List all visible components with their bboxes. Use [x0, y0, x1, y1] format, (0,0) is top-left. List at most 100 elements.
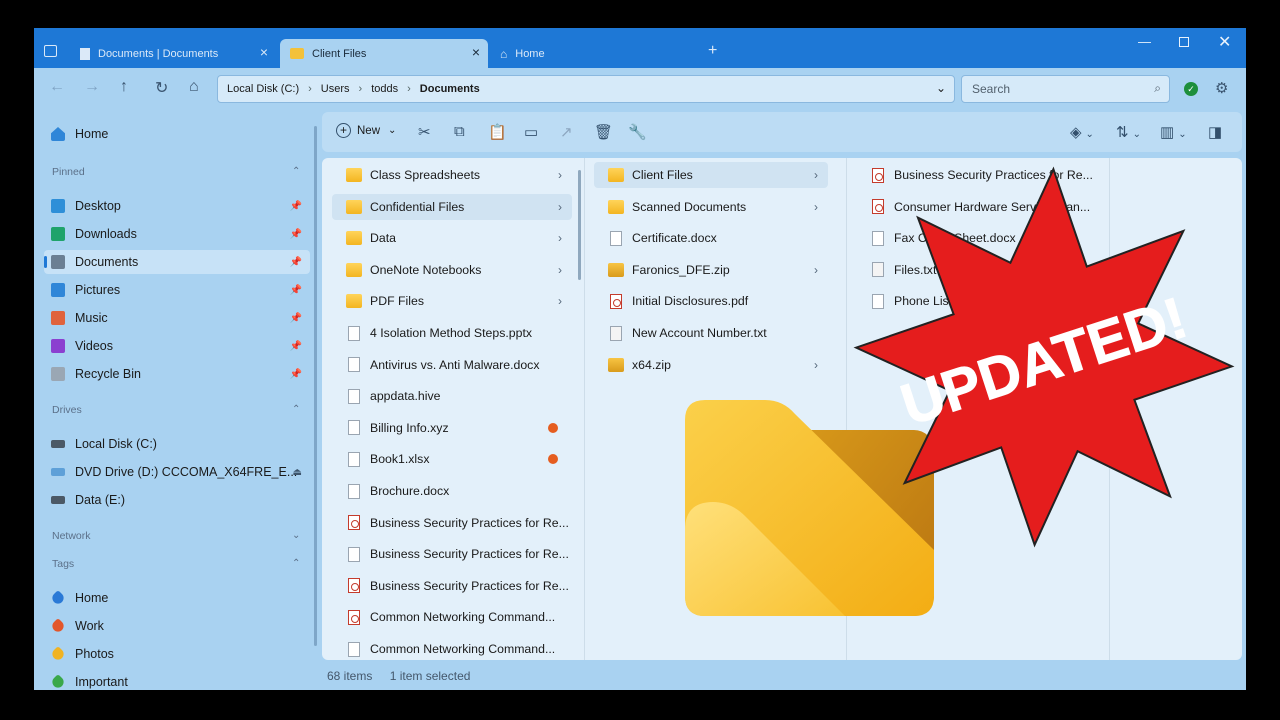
- chevron-right-icon: ›: [814, 199, 818, 214]
- preview-options-icon[interactable]: ◈ ⌄: [1070, 123, 1094, 141]
- file-row[interactable]: Client Files ›: [594, 162, 828, 188]
- tag-icon: [50, 618, 66, 634]
- file-row[interactable]: Certificate.docx: [594, 225, 828, 251]
- tab-client-files[interactable]: Client Files ×: [280, 39, 488, 68]
- sidebar-item-drive[interactable]: Data (E:): [44, 488, 310, 512]
- file-row[interactable]: Antivirus vs. Anti Malware.docx: [332, 352, 572, 378]
- file-row[interactable]: OneNote Notebooks ›: [332, 257, 572, 283]
- sort-icon[interactable]: ⇅ ⌄: [1116, 123, 1141, 141]
- pin-icon[interactable]: 📌: [290, 369, 302, 380]
- file-row[interactable]: Data ›: [332, 225, 572, 251]
- sidebar-item-tag[interactable]: Photos: [44, 642, 310, 666]
- tab-home[interactable]: ⌂ Home: [490, 39, 690, 68]
- file-row[interactable]: Common Networking Command...: [332, 604, 572, 630]
- sidebar-item-tag[interactable]: Work: [44, 614, 310, 638]
- sidebar-item-drive[interactable]: Local Disk (C:): [44, 432, 310, 456]
- pin-icon[interactable]: 📌: [290, 257, 302, 268]
- section-header-pinned[interactable]: Pinned ⌃: [52, 166, 300, 178]
- sidebar-item-tag[interactable]: Important: [44, 670, 310, 690]
- sidebar-item-recycle-bin[interactable]: Recycle Bin 📌: [44, 362, 310, 386]
- new-button[interactable]: + New ⌄: [336, 123, 396, 138]
- address-bar[interactable]: Local Disk (C:) › Users › todds › Documents…: [217, 75, 955, 103]
- sidebar-item-downloads[interactable]: Downloads 📌: [44, 222, 310, 246]
- file-row[interactable]: Billing Info.xyz: [332, 415, 572, 441]
- color-tag-icon: [548, 454, 558, 465]
- sidebar-toggle-icon[interactable]: [44, 45, 57, 57]
- file-name: Initial Disclosures.pdf: [632, 294, 749, 309]
- sidebar-item-pictures[interactable]: Pictures 📌: [44, 278, 310, 302]
- file-row[interactable]: Confidential Files ›: [332, 193, 572, 220]
- file-row[interactable]: Brochure.docx: [332, 478, 572, 504]
- tab-documents[interactable]: Documents | Documents ×: [70, 39, 276, 68]
- close-icon[interactable]: ✕: [1218, 32, 1231, 52]
- close-tab-icon[interactable]: ×: [472, 45, 480, 59]
- breadcrumb-item[interactable]: Users: [321, 83, 350, 95]
- back-icon[interactable]: ←: [49, 78, 65, 96]
- file-row[interactable]: appdata.hive: [332, 383, 572, 409]
- refresh-icon[interactable]: ↻: [155, 78, 168, 98]
- breadcrumb-item[interactable]: Local Disk (C:): [227, 83, 299, 95]
- paste-icon[interactable]: 📋: [488, 123, 507, 141]
- file-row[interactable]: Faronics_DFE.zip ›: [594, 257, 828, 283]
- close-tab-icon[interactable]: ×: [260, 45, 268, 59]
- file-name: Class Spreadsheets: [370, 168, 481, 182]
- sidebar-item-documents[interactable]: Documents 📌: [44, 250, 310, 274]
- copy-icon[interactable]: ⧉: [454, 123, 465, 140]
- file-row[interactable]: 4 Isolation Method Steps.pptx: [332, 320, 572, 346]
- chevron-down-icon[interactable]: ⌄: [936, 81, 946, 95]
- column-scrollbar[interactable]: [578, 170, 581, 280]
- forward-icon[interactable]: →: [84, 78, 100, 96]
- file-row[interactable]: x64.zip ›: [594, 352, 828, 378]
- up-icon[interactable]: ↑: [120, 78, 128, 96]
- delete-icon[interactable]: 🗑: [594, 123, 613, 141]
- pin-icon[interactable]: 📌: [290, 229, 302, 240]
- chevron-right-icon: ›: [814, 262, 818, 277]
- column-divider[interactable]: [584, 158, 585, 660]
- search-input[interactable]: Search ⌕: [961, 75, 1170, 103]
- maximize-icon[interactable]: [1179, 37, 1189, 47]
- file-row[interactable]: Common Networking Command...: [332, 636, 572, 660]
- layout-view-icon[interactable]: ▥ ⌄: [1160, 123, 1187, 141]
- minimize-icon[interactable]: —: [1138, 34, 1151, 49]
- file-row[interactable]: PDF Files ›: [332, 288, 572, 314]
- sidebar-item-tag[interactable]: Home: [44, 586, 310, 610]
- pin-icon[interactable]: 📌: [290, 341, 302, 352]
- home-icon[interactable]: ⌂: [189, 78, 199, 96]
- pin-icon[interactable]: 📌: [290, 201, 302, 212]
- section-header-tags[interactable]: Tags ⌃: [52, 558, 300, 570]
- sidebar-item-home[interactable]: Home: [44, 122, 310, 146]
- sidebar-item-music[interactable]: Music 📌: [44, 306, 310, 330]
- file-row[interactable]: Book1.xlsx: [332, 446, 572, 472]
- chevron-up-icon[interactable]: ⌃: [292, 166, 300, 177]
- file-name: 4 Isolation Method Steps.pptx: [370, 326, 533, 340]
- sidebar-item-drive[interactable]: DVD Drive (D:) CCCOMA_X64FRE_E... ⏏: [44, 460, 310, 484]
- file-row[interactable]: Business Security Practices for Re...: [332, 573, 572, 599]
- sidebar-scrollbar[interactable]: [314, 126, 317, 646]
- breadcrumb-item[interactable]: todds: [371, 83, 398, 95]
- breadcrumb-item-current[interactable]: Documents: [420, 83, 480, 95]
- chevron-up-icon[interactable]: ⌃: [292, 558, 300, 569]
- file-row[interactable]: Initial Disclosures.pdf: [594, 288, 828, 314]
- share-icon[interactable]: ↗: [560, 123, 573, 141]
- sidebar-item-videos[interactable]: Videos 📌: [44, 334, 310, 358]
- file-row[interactable]: Class Spreadsheets ›: [332, 162, 572, 188]
- section-header-drives[interactable]: Drives ⌃: [52, 404, 300, 416]
- new-tab-icon[interactable]: +: [708, 42, 717, 60]
- file-row[interactable]: New Account Number.txt: [594, 320, 828, 346]
- gear-icon[interactable]: ⚙: [1215, 79, 1228, 97]
- pin-icon[interactable]: 📌: [290, 313, 302, 324]
- file-row[interactable]: Business Security Practices for Re...: [332, 541, 572, 567]
- file-row[interactable]: Scanned Documents ›: [594, 194, 828, 220]
- status-check-icon[interactable]: ✓: [1184, 82, 1198, 96]
- details-pane-icon[interactable]: ◨: [1208, 123, 1222, 141]
- file-row[interactable]: Business Security Practices for Re...: [332, 510, 572, 536]
- properties-wrench-icon[interactable]: 🔧: [628, 123, 647, 141]
- sidebar-item-desktop[interactable]: Desktop 📌: [44, 194, 310, 218]
- chevron-up-icon[interactable]: ⌃: [292, 404, 300, 415]
- cut-icon[interactable]: ✂: [418, 123, 431, 141]
- chevron-down-icon[interactable]: ⌄: [292, 530, 300, 541]
- section-header-network[interactable]: Network ⌄: [52, 530, 300, 542]
- pin-icon[interactable]: 📌: [290, 285, 302, 296]
- rename-icon[interactable]: ▭: [524, 123, 538, 141]
- eject-icon[interactable]: ⏏: [293, 467, 302, 478]
